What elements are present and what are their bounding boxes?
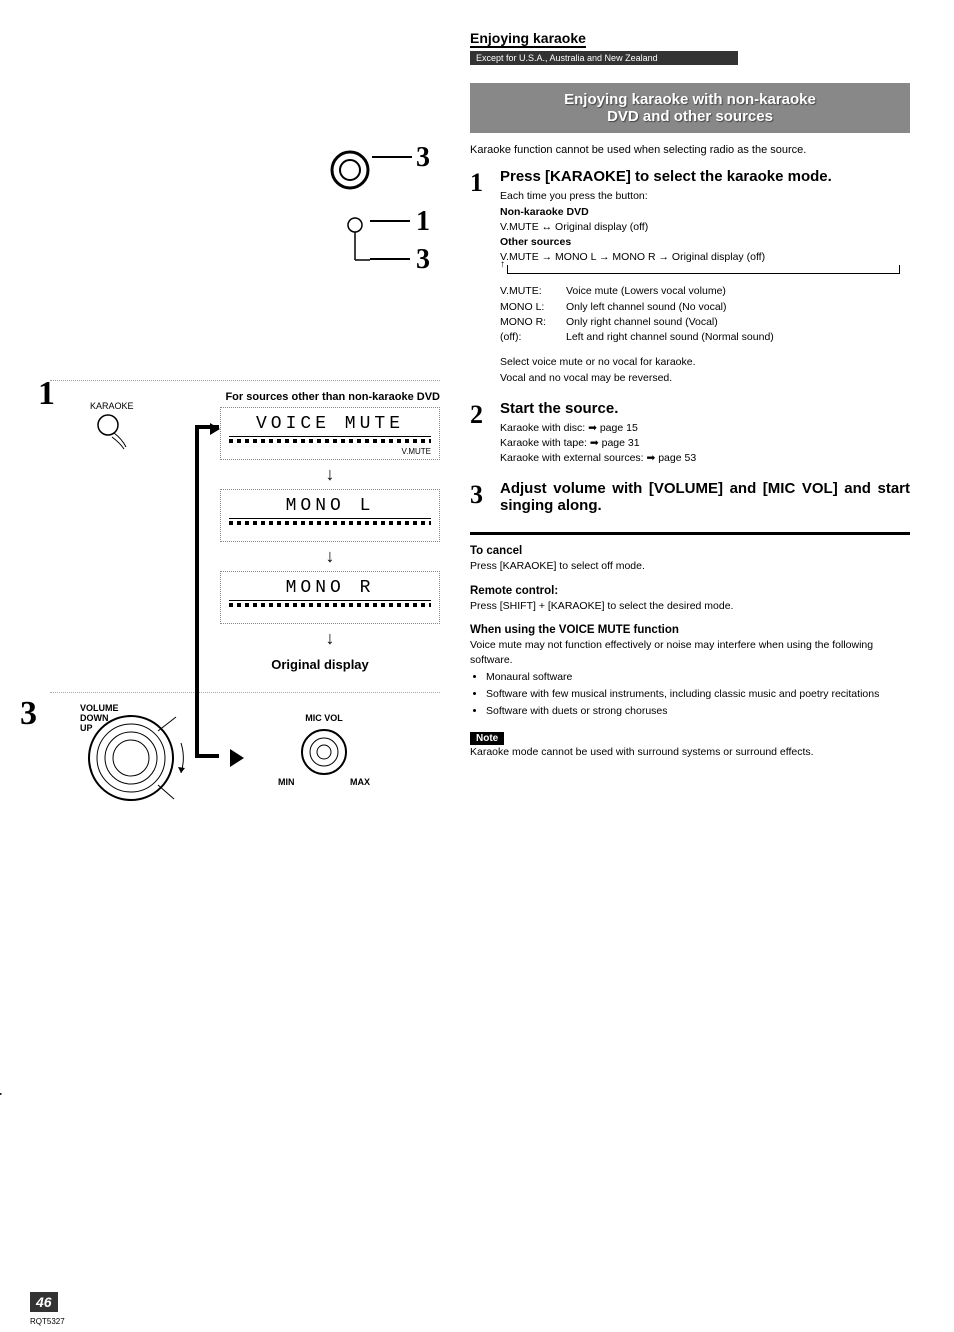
down-arrow-icon: ↓ [220,546,440,567]
note-badge: Note [470,732,504,745]
step-number: 2 [470,400,500,467]
to-cancel-heading: To cancel [470,545,910,557]
select-note-1: Select voice mute or no vocal for karaok… [500,356,696,368]
display-text: MONO R [229,578,431,601]
banner-line-1: Enjoying karaoke with non-karaoke [564,91,816,108]
disc-ref: Karaoke with disc: ➡ page 15 [500,422,638,434]
play-icon [230,749,244,767]
page-number: 46 [30,1292,58,1312]
remote-heading: Remote control: [470,585,910,597]
min-label: MIN [278,777,295,787]
intro-text: Karaoke function cannot be used when sel… [470,143,910,158]
step-title: Start the source. [500,400,910,417]
list-item: Monaural software [486,670,910,685]
def-key: MONO L: [500,300,566,315]
display-voice-mute: VOICE MUTE V.MUTE [220,407,440,460]
display-text: MONO L [229,496,431,519]
volume-knob: VOLUME DOWN UP [80,703,200,813]
down-arrow-icon: ↓ [220,628,440,649]
display-mono-r: MONO R [220,571,440,624]
left-column: 3 1 3 1 KARAOKE [20,30,460,813]
display-stack: VOICE MUTE V.MUTE ↓ MONO L ↓ MONO R ↓ [220,407,440,649]
section-3: 3 VOLUME DOWN UP [20,703,440,813]
step-title: Adjust volume with [VOLUME] and [MIC VOL… [500,480,910,514]
note-text: Karaoke mode cannot be used with surroun… [470,745,910,760]
step-3: 3 Adjust volume with [VOLUME] and [MIC V… [470,480,910,518]
def-val: Only left channel sound (No vocal) [566,300,727,315]
voice-mute-list: Monaural software Software with few musi… [470,670,910,718]
display-text: VOICE MUTE [229,414,431,437]
ext-ref: Karaoke with external sources: ➡ page 53 [500,452,696,464]
step-2: 2 Start the source. Karaoke with disc: ➡… [470,400,910,467]
region-except-box: Except for U.S.A., Australia and New Zea… [470,51,738,65]
remote-text: Press [SHIFT] + [KARAOKE] to select the … [470,599,910,614]
list-item: Software with few musical instruments, i… [486,687,910,702]
step-number-3: 3 [20,695,37,733]
mic-vol-label: MIC VOL [274,713,374,723]
step-title: Press [KARAOKE] to select the karaoke mo… [500,168,910,185]
non-karaoke-dvd-label: Non-karaoke DVD [500,206,589,218]
display-mono-l: MONO L [220,489,440,542]
karaoke-button-illustration: KARAOKE [90,401,134,453]
page-code: RQT5327 [30,1317,65,1326]
def-val: Only right channel sound (Vocal) [566,315,718,330]
def-key: MONO R: [500,315,566,330]
callout-number: 3 [416,244,430,276]
indicator-text: V.MUTE [402,447,432,456]
down-arrow-icon: ↓ [220,464,440,485]
knob-icon [330,150,370,193]
section-1: 1 KARAOKE For sources other than non-kar… [20,391,440,672]
step-1: 1 Press [KARAOKE] to select the karaoke … [470,168,910,385]
def-val: Voice mute (Lowers vocal volume) [566,284,726,299]
device-illustration: 3 1 3 [50,30,440,381]
page-title: Enjoying karaoke [470,30,586,48]
volume-label: VOLUME [80,703,200,713]
def-key: (off): [500,330,566,345]
list-item: Software with duets or strong choruses [486,704,910,719]
nk-sequence: V.MUTE ↔ Original display (off) [500,221,648,233]
for-sources-label: For sources other than non-karaoke DVD [180,391,440,403]
side-tab: KARAOKE operations [0,1036,2,1172]
step-number: 1 [470,168,500,385]
mode-definitions: V.MUTE:Voice mute (Lowers vocal volume) … [500,284,910,345]
voice-mute-heading: When using the VOICE MUTE function [470,624,910,636]
def-key: V.MUTE: [500,284,566,299]
def-val: Left and right channel sound (Normal sou… [566,330,774,345]
section-banner: Enjoying karaoke with non-karaoke DVD an… [470,83,910,133]
callout-number: 3 [416,142,430,174]
other-sources-label: Other sources [500,236,571,248]
jack-icon [340,215,370,288]
max-label: MAX [350,777,370,787]
each-time-text: Each time you press the button: [500,190,648,202]
step-number: 3 [470,480,500,518]
mic-vol-knob: MIC VOL MIN MAX [274,713,374,803]
select-note-2: Vocal and no vocal may be reversed. [500,372,672,384]
right-column: Enjoying karaoke Except for U.S.A., Aust… [460,30,910,813]
original-display-label: Original display [200,657,440,672]
step-number-1: 1 [38,375,55,413]
other-sequence: V.MUTE → MONO L → MONO R → Original disp… [500,251,765,263]
karaoke-label: KARAOKE [90,401,134,411]
to-cancel-text: Press [KARAOKE] to select off mode. [470,559,910,574]
callout-number: 1 [416,206,430,238]
banner-line-2: DVD and other sources [607,108,773,125]
tape-ref: Karaoke with tape: ➡ page 31 [500,437,640,449]
voice-mute-text: Voice mute may not function effectively … [470,638,910,668]
